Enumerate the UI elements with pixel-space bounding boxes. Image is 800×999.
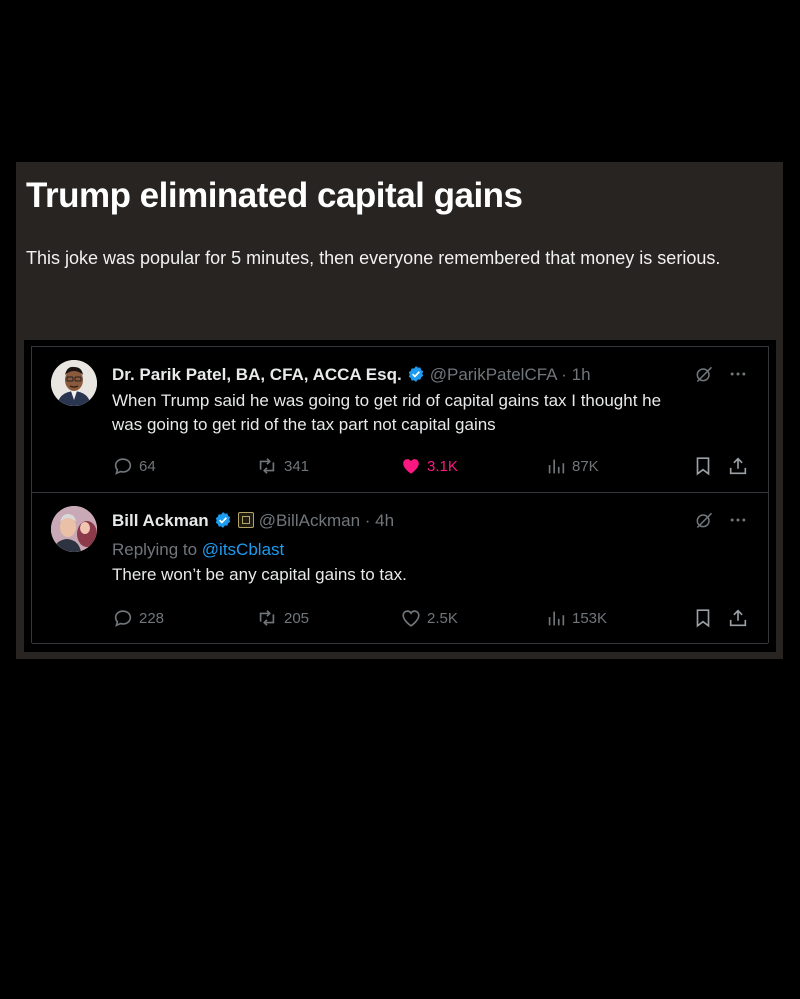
article-title: Trump eliminated capital gains [26, 176, 523, 215]
tweet-text: There won’t be any capital gains to tax. [112, 563, 407, 587]
share-button[interactable] [727, 607, 749, 629]
replying-prefix: Replying to [112, 540, 198, 559]
reply-button[interactable]: 64 [112, 455, 156, 477]
views-button[interactable]: 153K [545, 607, 607, 629]
reply-icon [114, 458, 132, 475]
like-button[interactable]: 2.5K [400, 607, 458, 629]
bookmark-icon [696, 609, 710, 628]
tweet-text-line: was going to get rid of the tax part not… [112, 415, 496, 434]
bookmark-button[interactable] [692, 455, 714, 477]
tweet-header: Dr. Parik Patel, BA, CFA, ACCA Esq. @Pari… [112, 365, 591, 388]
views-count: 153K [572, 609, 608, 627]
verified-badge-icon [214, 511, 232, 534]
retweet-count: 205 [284, 609, 310, 627]
retweet-button[interactable]: 341 [255, 455, 309, 477]
retweet-icon [259, 610, 275, 626]
share-icon [729, 609, 747, 627]
more-icon[interactable] [728, 364, 748, 389]
retweet-icon [259, 458, 275, 474]
like-icon [403, 459, 419, 474]
tweet-top-icons [694, 510, 748, 535]
reply-icon [114, 610, 132, 627]
views-button[interactable]: 87K [545, 455, 599, 477]
views-icon [548, 459, 565, 474]
grok-icon[interactable] [694, 510, 714, 535]
reply-button[interactable]: 228 [112, 607, 164, 629]
article-card: Trump eliminated capital gains This joke… [16, 162, 783, 659]
tweet[interactable]: Bill Ackman @BillAckman · 4h Replying to … [32, 493, 768, 644]
tweet-text-line: There won’t be any capital gains to tax. [112, 565, 407, 584]
replying-to: Replying to @itsCblast [112, 540, 284, 560]
tweet[interactable]: Dr. Parik Patel, BA, CFA, ACCA Esq. @Pari… [32, 347, 768, 493]
bookmark-button[interactable] [692, 607, 714, 629]
like-icon [402, 610, 420, 627]
display-name[interactable]: Bill Ackman [112, 511, 209, 530]
handle-time[interactable]: @ParikPatelCFA · 1h [430, 365, 591, 384]
tweet-top-icons [694, 364, 748, 389]
display-name[interactable]: Dr. Parik Patel, BA, CFA, ACCA Esq. [112, 365, 402, 384]
tweet-header: Bill Ackman @BillAckman · 4h [112, 511, 394, 534]
like-button[interactable]: 3.1K [400, 455, 458, 477]
affiliate-badge-icon [237, 512, 254, 528]
tweet-text-line: When Trump said he was going to get rid … [112, 391, 662, 410]
bookmark-icon [696, 457, 710, 476]
views-icon [548, 611, 565, 626]
retweet-count: 341 [284, 457, 310, 475]
share-icon [729, 457, 747, 475]
grok-icon[interactable] [694, 364, 714, 389]
replying-to-link[interactable]: @itsCblast [202, 540, 284, 559]
tweet-screenshot: Dr. Parik Patel, BA, CFA, ACCA Esq. @Pari… [24, 340, 776, 652]
share-button[interactable] [727, 455, 749, 477]
views-count: 87K [572, 457, 599, 475]
like-count: 3.1K [427, 457, 458, 475]
more-icon[interactable] [728, 510, 748, 535]
tweet-text: When Trump said he was going to get rid … [112, 389, 661, 437]
avatar[interactable] [51, 360, 97, 406]
retweet-button[interactable]: 205 [255, 607, 309, 629]
like-count: 2.5K [427, 609, 458, 627]
verified-badge-icon [407, 365, 425, 388]
avatar[interactable] [51, 506, 97, 552]
reply-count: 64 [139, 457, 156, 475]
article-subtitle: This joke was popular for 5 minutes, the… [26, 248, 721, 268]
tweet-thread: Dr. Parik Patel, BA, CFA, ACCA Esq. @Pari… [31, 346, 769, 644]
handle-time[interactable]: @BillAckman · 4h [259, 511, 394, 530]
reply-count: 228 [139, 609, 165, 627]
